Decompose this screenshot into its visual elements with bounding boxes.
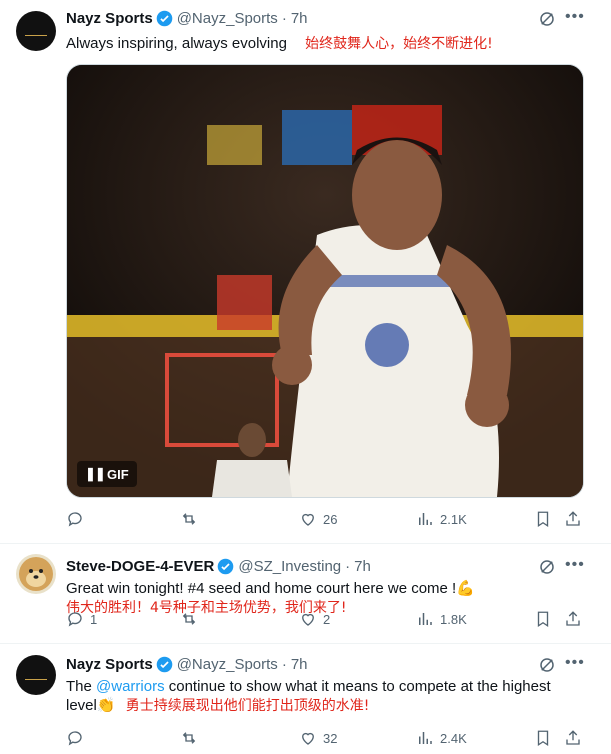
like-button[interactable]: 26 [299,510,337,528]
like-count: 26 [323,511,338,527]
tweet-actions: 1 2 1.8K [66,610,586,630]
views-button[interactable]: 2.1K [416,510,467,528]
tweet-1[interactable]: Nayz Sports @Nayz_Sports · 7h ••• Always… [0,0,611,544]
more-options-icon[interactable]: ••• [565,9,585,29]
reply-button[interactable] [66,510,90,528]
like-button[interactable]: 32 [299,729,337,747]
verified-badge-icon [156,10,172,26]
display-name[interactable]: Nayz Sports [66,656,153,673]
separator-dot: · [345,557,351,575]
bookmark-icon [537,730,549,747]
display-name[interactable]: Steve-DOGE-4-EVER [66,558,214,575]
tweet-actions: 26 2.1K [66,510,586,530]
mention-link[interactable]: @warriors [96,678,165,695]
gif-media[interactable]: ❚❚ GIF [66,64,584,498]
tweet-2[interactable]: Steve-DOGE-4-EVER @SZ_Investing · 7h •••… [0,543,611,644]
tweet-text-en-body: Great win tonight! #4 seed and home cour… [66,580,457,597]
views-icon [419,513,432,525]
tweet-text-cn: 始终鼓舞人心，始终不断进化! [305,36,493,52]
tweet-text-cn: 勇士持续展现出他们能打出顶级的水准! [125,698,370,714]
separator-dot: · [281,9,287,27]
logo-decoration [25,679,47,680]
tweet-3[interactable]: Nayz Sports @Nayz_Sports · 7h ••• The @w… [0,643,611,754]
display-name[interactable]: Nayz Sports [66,10,153,27]
share-icon [566,611,580,626]
timestamp[interactable]: 7h [354,558,371,575]
more-options-icon[interactable]: ••• [565,557,585,577]
tweet-header: Nayz Sports @Nayz_Sports · 7h [66,654,308,674]
timestamp[interactable]: 7h [291,656,308,673]
bookmark-button[interactable] [534,729,552,747]
repost-icon [182,613,196,625]
tweet-text-en: Always inspiring, always evolving [66,35,287,52]
share-button[interactable] [564,510,582,528]
timestamp[interactable]: 7h [291,10,308,27]
tweet-text-level: level [66,697,97,714]
pause-icon[interactable]: ❚❚ [85,466,106,482]
verified-badge-icon [218,558,234,574]
flexed-bicep-emoji: 💪 [456,580,475,597]
clapping-hands-emoji: 👏 [96,697,116,714]
bookmark-icon [537,611,549,628]
repost-icon [182,732,196,744]
verified-badge-icon [156,656,172,672]
tweet-header: Nayz Sports @Nayz_Sports · 7h [66,8,308,28]
tweet-text-en: Great win tonight! #4 seed and home cour… [66,579,475,599]
repost-button[interactable] [180,610,204,628]
share-button[interactable] [564,610,582,628]
avatar-nayz-sports[interactable] [16,11,56,51]
like-count: 32 [323,730,338,746]
repost-button[interactable] [180,729,204,747]
share-icon [566,730,580,745]
more-options-icon[interactable]: ••• [565,655,585,675]
like-button[interactable]: 2 [299,610,330,628]
doge-avatar-image [19,557,53,591]
tweet-text-post: continue to show what it means to compet… [164,678,551,695]
views-button[interactable]: 1.8K [416,610,467,628]
handle[interactable]: @SZ_Investing [238,558,341,575]
grok-icon[interactable] [538,558,556,576]
tweet-actions: 32 2.4K [66,729,586,749]
grok-icon[interactable] [538,656,556,674]
reply-count: 1 [90,611,98,627]
views-icon [419,732,432,744]
avatar-steve-doge[interactable] [16,554,56,594]
logo-decoration [25,35,47,36]
avatar-nayz-sports[interactable] [16,655,56,695]
separator-dot: · [281,655,287,673]
share-icon [566,511,580,526]
reply-icon [68,612,82,627]
repost-button[interactable] [180,510,204,528]
tweet-text: Always inspiring, always evolving 始终鼓舞人心… [66,34,493,54]
like-count: 2 [323,611,331,627]
share-button[interactable] [564,729,582,747]
views-count: 2.4K [440,730,467,746]
tweet-text-line-2: level👏 勇士持续展现出他们能打出顶级的水准! [66,696,369,716]
views-count: 2.1K [440,511,467,527]
tweet-text-pre: The [66,678,97,695]
views-icon [419,613,432,625]
bookmark-button[interactable] [534,510,552,528]
tweet-text-line-1: The @warriors continue to show what it m… [66,677,551,697]
reply-button[interactable]: 1 [66,610,97,628]
gif-frame-illustration [67,65,583,497]
handle[interactable]: @Nayz_Sports [177,10,278,27]
repost-icon [182,513,196,525]
handle[interactable]: @Nayz_Sports [177,656,278,673]
gif-controls: ❚❚ GIF [77,461,137,487]
heart-icon [302,732,314,745]
bookmark-icon [537,511,549,528]
heart-icon [302,513,314,526]
reply-icon [68,512,82,527]
tweet-header: Steve-DOGE-4-EVER @SZ_Investing · 7h [66,556,371,576]
gif-badge: GIF [107,466,129,482]
views-count: 1.8K [440,611,467,627]
grok-icon[interactable] [538,10,556,28]
heart-icon [302,613,314,626]
reply-icon [68,731,82,746]
views-button[interactable]: 2.4K [416,729,467,747]
bookmark-button[interactable] [534,610,552,628]
reply-button[interactable] [66,729,90,747]
